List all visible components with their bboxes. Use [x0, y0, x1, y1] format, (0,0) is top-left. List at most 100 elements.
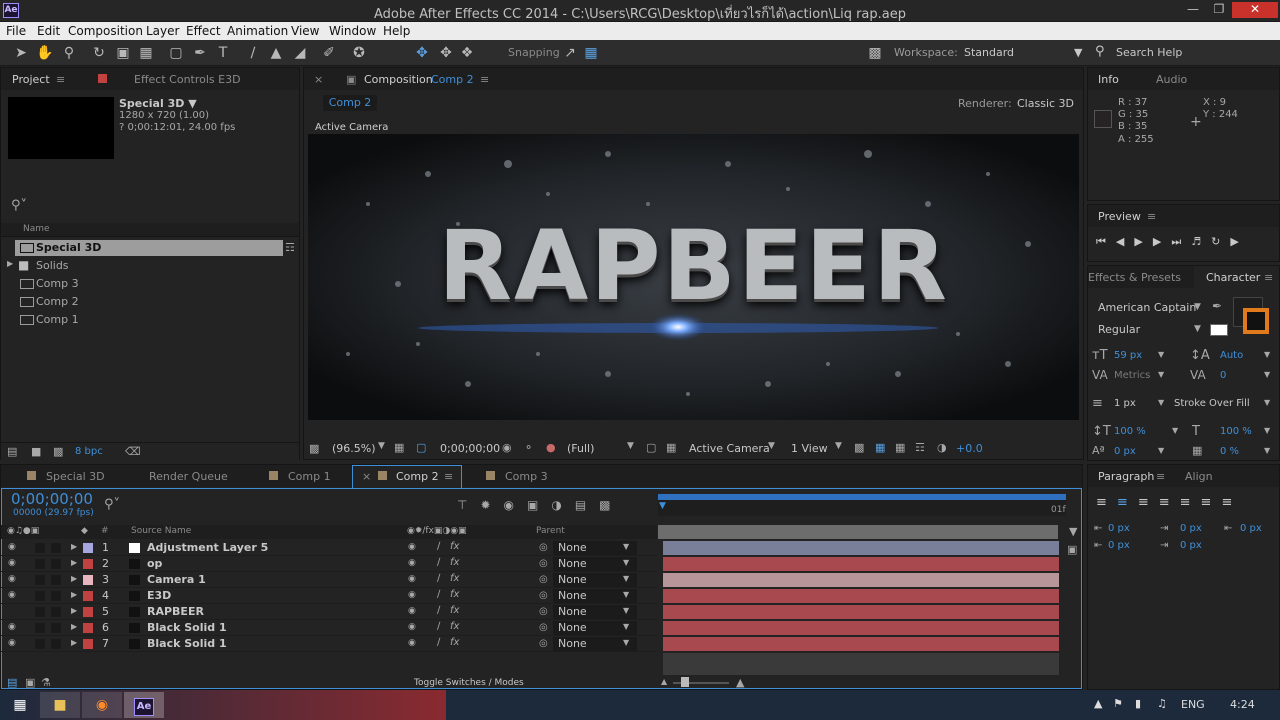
kerning-value[interactable]: Metrics — [1114, 370, 1150, 381]
chevron-down-icon[interactable]: ▼ — [623, 622, 629, 631]
menu-icon[interactable]: ≡ — [444, 470, 453, 483]
zoom-tool-icon[interactable]: ⚲ — [60, 44, 78, 62]
layer-duration-bar[interactable] — [663, 573, 1059, 587]
shy-icon[interactable]: ◉ — [408, 542, 416, 552]
visibility-eye-icon[interactable]: ◉ — [8, 622, 16, 632]
tab-audio[interactable]: Audio — [1156, 73, 1187, 86]
chevron-down-icon[interactable]: ▼ — [1172, 426, 1178, 435]
expand-arrow-icon[interactable]: ▶ — [71, 622, 77, 631]
chevron-down-icon[interactable]: ▼ — [1158, 398, 1164, 407]
motion-blur-icon[interactable]: ◑ — [551, 498, 574, 512]
magnification-dropdown[interactable]: (96.5%) — [332, 442, 376, 455]
pick-whip-icon[interactable]: ◎ — [539, 542, 548, 553]
close-button[interactable]: ✕ — [1232, 2, 1278, 18]
lock-toggle[interactable] — [51, 543, 61, 553]
leading-value[interactable]: Auto — [1220, 350, 1243, 361]
chevron-down-icon[interactable]: ▼ — [835, 441, 842, 451]
tab-render-queue[interactable]: Render Queue — [149, 470, 228, 483]
close-icon[interactable]: × — [314, 73, 323, 86]
tab-composition-name[interactable]: Comp 2 — [431, 73, 474, 86]
shy-icon[interactable]: ◉ — [408, 638, 416, 648]
justify-left-icon[interactable]: ≡ — [1159, 495, 1180, 510]
ram-preview-icon[interactable]: ▶ — [1230, 235, 1248, 248]
font-size-value[interactable]: 59 px — [1114, 350, 1142, 361]
lock-toggle[interactable] — [51, 607, 61, 617]
vertical-scale-value[interactable]: 100 % — [1114, 426, 1146, 437]
layer-name[interactable]: Adjustment Layer 5 — [147, 541, 268, 554]
selection-tool-icon[interactable]: ➤ — [12, 44, 30, 62]
solo-toggle[interactable] — [35, 575, 45, 585]
expand-arrow-icon[interactable]: ▶ — [71, 590, 77, 599]
space-after-value[interactable]: 0 px — [1180, 540, 1202, 551]
chevron-down-icon[interactable]: ▼ — [1264, 370, 1270, 379]
menu-effect[interactable]: Effect — [186, 24, 221, 38]
grid-icon[interactable]: ▦ — [394, 441, 404, 454]
menu-icon[interactable]: ≡ — [56, 73, 65, 86]
audio-icon[interactable]: ♬ — [1191, 235, 1211, 248]
hand-tool-icon[interactable]: ✋ — [36, 44, 54, 62]
workspace-dropdown[interactable]: Standard — [964, 46, 1014, 59]
expand-arrow-icon[interactable]: ▶ — [71, 542, 77, 551]
font-family-dropdown[interactable]: American Captain — [1098, 301, 1196, 314]
effects-fx-icon[interactable]: fx — [450, 557, 459, 568]
label-color-swatch[interactable] — [83, 607, 93, 617]
quality-icon[interactable]: ∕ — [437, 637, 440, 648]
menu-edit[interactable]: Edit — [37, 24, 60, 38]
chevron-down-icon[interactable]: ▼ — [1074, 46, 1082, 59]
timeline-icon[interactable]: ▦ — [895, 441, 905, 454]
camera-snapshot-icon[interactable]: ◉ — [502, 441, 512, 454]
table-row[interactable]: ◉ ▶ 7 Black Solid 1 ◉ ∕ fx ◎ None ▼ — [1, 636, 657, 652]
table-row[interactable]: ◉ ▶ 1 Adjustment Layer 5 ◉ ∕ fx ◎ None ▼ — [1, 540, 657, 556]
file-explorer-icon[interactable]: ■ — [40, 692, 80, 718]
effects-fx-icon[interactable]: fx — [450, 541, 459, 552]
zoom-slider-handle[interactable] — [681, 677, 689, 687]
camera-tool-icon[interactable]: ▣ — [114, 44, 132, 62]
label-color-swatch[interactable] — [83, 623, 93, 633]
close-icon[interactable]: × — [362, 470, 371, 483]
exposure-value[interactable]: +0.0 — [956, 442, 983, 455]
shy-icon[interactable]: ◉ — [408, 606, 416, 616]
lock-toggle[interactable] — [51, 591, 61, 601]
tab-info[interactable]: Info — [1098, 73, 1119, 86]
bpc-button[interactable]: 8 bpc — [75, 446, 103, 457]
flowchart-icon[interactable]: ☶ — [285, 241, 295, 254]
lock-toggle[interactable] — [51, 575, 61, 585]
toggle-pixel-aspect-icon[interactable]: ▩ — [854, 441, 864, 454]
pick-whip-icon[interactable]: ◎ — [539, 590, 548, 601]
quality-icon[interactable]: ∕ — [437, 573, 440, 584]
type-tool-icon[interactable]: T — [214, 44, 232, 62]
chevron-down-icon[interactable]: ▼ — [378, 441, 385, 451]
parent-dropdown[interactable]: None — [558, 637, 587, 650]
search-icon[interactable]: ⚲˅ — [11, 198, 27, 213]
chevron-down-icon[interactable]: ▼ — [1264, 350, 1270, 359]
layer-duration-bar[interactable] — [663, 541, 1059, 555]
tracking-value[interactable]: 0 — [1220, 370, 1226, 381]
layer-duration-bar[interactable] — [663, 621, 1059, 635]
view-layout-dropdown[interactable]: 1 View — [791, 442, 828, 455]
view-axis-icon[interactable]: ❖ — [458, 44, 476, 62]
last-frame-icon[interactable]: ⏭ — [1171, 235, 1191, 248]
lock-toggle[interactable] — [51, 623, 61, 633]
lock-toggle[interactable] — [51, 559, 61, 569]
space-before-value[interactable]: 0 px — [1108, 540, 1130, 551]
battery-icon[interactable]: ▮ — [1135, 697, 1141, 710]
chevron-down-icon[interactable]: ▼ — [1158, 446, 1164, 455]
chevron-down-icon[interactable]: ▼ — [768, 441, 775, 451]
windows-start-icon[interactable]: ▦ — [0, 692, 40, 718]
work-area-bar[interactable] — [658, 494, 1066, 500]
interpret-footage-icon[interactable]: ▤ — [7, 445, 17, 458]
fast-previews-icon[interactable]: ▦ — [875, 441, 885, 454]
list-item[interactable]: Special 3D — [1, 240, 283, 256]
list-item[interactable]: Comp 2 — [1, 294, 283, 310]
lock-icon[interactable]: ▣ — [346, 73, 356, 86]
align-left-icon[interactable]: ≡ — [1096, 495, 1117, 510]
parent-dropdown[interactable]: None — [558, 621, 587, 634]
chevron-down-icon[interactable]: ▼ — [623, 590, 629, 599]
rotate-tool-icon[interactable]: ↻ — [90, 44, 108, 62]
loop-icon[interactable]: ↻ — [1211, 235, 1230, 248]
puppet-pin-tool-icon[interactable]: ✪ — [350, 44, 368, 62]
parent-dropdown[interactable]: None — [558, 557, 587, 570]
tab-effect-controls[interactable]: Effect Controls E3D — [134, 73, 241, 86]
auto-keyframe-icon[interactable]: ▩ — [599, 498, 623, 512]
pen-tool-icon[interactable]: ✒ — [191, 44, 209, 62]
